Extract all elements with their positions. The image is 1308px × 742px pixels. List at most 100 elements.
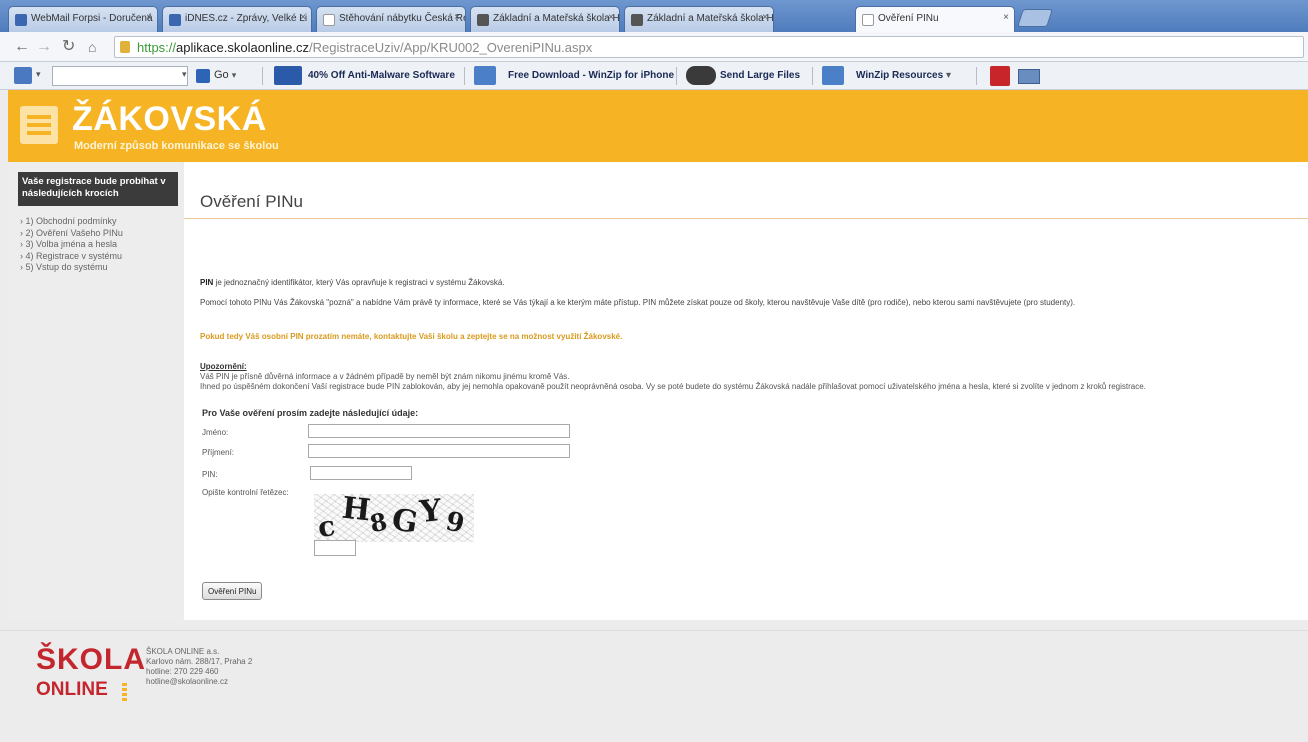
browser-tab[interactable]: Základní a Mateřská škola H × — [624, 6, 774, 32]
footer-company: ŠKOLA ONLINE a.s. — [146, 647, 220, 656]
close-icon[interactable]: × — [762, 12, 768, 23]
new-tab-button[interactable] — [1017, 9, 1053, 27]
toolbar-link-label: WinZip Resources — [856, 70, 944, 81]
browser-tab-label: Základní a Mateřská škola H — [493, 13, 620, 24]
url-host: aplikace.skolaonline.cz — [176, 40, 309, 55]
toolbar-badge-icon[interactable] — [990, 66, 1010, 86]
last-name-label: Příjmení: — [202, 448, 235, 457]
skola-online-logo-top: ŠKOLA — [36, 643, 146, 676]
pin-term: PIN — [200, 278, 214, 287]
first-name-label: Jméno: — [202, 428, 229, 437]
skola-online-logo-bottom: ONLINE — [36, 679, 108, 700]
browser-tab-label: Stěhování nábytku Česká Rep — [339, 13, 466, 24]
toolbar-link-label: Free Download - WinZip for iPhone — [508, 70, 675, 81]
first-name-field[interactable] — [308, 424, 570, 438]
browser-tab-label: iDNES.cz - Zprávy, Velké Li — [185, 13, 308, 24]
toolbar-separator — [976, 67, 977, 85]
footer-email[interactable]: hotline@skolaonline.cz — [146, 677, 252, 687]
footer: ŠKOLA ONLINE ŠKOLA ONLINE a.s. Karlovo n… — [0, 630, 1308, 742]
pin-field[interactable] — [310, 466, 412, 480]
zip-send-icon — [686, 66, 716, 85]
antimalware-icon — [274, 66, 302, 85]
browser-tab[interactable]: WebMail Forpsi - Doručená × — [8, 6, 158, 32]
go-label: Go — [214, 69, 229, 81]
sidebar: Vaše registrace bude probíhat v následuj… — [8, 162, 180, 620]
form-heading: Pro Vaše ověření prosím zadejte následuj… — [202, 408, 419, 418]
toolbar-link[interactable]: Free Download - WinZip for iPhone — [474, 66, 674, 86]
browser-tab-label: Ověření PINu — [878, 13, 939, 24]
close-icon[interactable]: × — [608, 12, 614, 23]
school-favicon-icon — [631, 14, 643, 26]
page-title: Ověření PINu — [200, 192, 303, 211]
browser-tab-strip: WebMail Forpsi - Doručená × iDNES.cz - Z… — [0, 0, 1308, 33]
title-divider — [184, 218, 1308, 219]
step-label: 1) Obchodní podmínky — [25, 216, 117, 226]
toolbar-link[interactable]: 40% Off Anti-Malware Software — [274, 66, 455, 86]
step-label: 4) Registrace v systému — [25, 250, 123, 261]
chevron-down-icon[interactable]: ▾ — [232, 70, 237, 80]
warning-line: Váš PIN je přísně důvěrná informace a v … — [200, 372, 570, 381]
warning-line: Ihned po úspěšném dokončení Vaší registr… — [200, 382, 1146, 391]
close-icon[interactable]: × — [1003, 12, 1009, 23]
toolbar-link[interactable]: Send Large Files — [686, 66, 800, 86]
chevron-down-icon[interactable]: ▾ — [182, 69, 187, 80]
webmail-favicon-icon — [15, 14, 27, 26]
browser-tab[interactable]: iDNES.cz - Zprávy, Velké Li × — [162, 6, 312, 32]
sidebar-heading: Vaše registrace bude probíhat v následuj… — [18, 172, 178, 206]
captcha-label: Opište kontrolní řetězec: — [202, 488, 289, 497]
main-content: Ověření PINu PIN je jednoznačný identifi… — [184, 162, 1308, 620]
step-label: 5) Vstup do systému — [25, 262, 108, 272]
step-item: › 4) Registrace v systému — [20, 250, 123, 261]
lock-icon — [120, 41, 130, 53]
school-favicon-icon — [477, 14, 489, 26]
pin-label: PIN: — [202, 470, 218, 479]
toolbar-link-label: 40% Off Anti-Malware Software — [308, 70, 455, 81]
page-favicon-icon — [323, 14, 335, 26]
go-icon — [196, 69, 210, 83]
browser-tab[interactable]: Stěhování nábytku Česká Rep × — [316, 6, 466, 32]
toolbar-go-button[interactable]: Go ▾ — [194, 67, 240, 85]
page-favicon-icon — [862, 14, 874, 26]
close-icon[interactable]: × — [146, 12, 152, 23]
pin-definition: PIN je jednoznačný identifikátor, který … — [200, 278, 505, 287]
footer-hotline: hotline: 270 229 460 — [146, 667, 219, 676]
browser-tab-label: WebMail Forpsi - Doručená — [31, 13, 153, 24]
captcha-field[interactable] — [314, 540, 356, 556]
last-name-field[interactable] — [308, 444, 570, 458]
site-header: ŽÁKOVSKÁ Moderní způsob komunikace se šk… — [8, 90, 1308, 162]
chevron-down-icon[interactable]: ▾ — [36, 69, 41, 80]
step-item: › 3) Volba jména a hesla — [20, 239, 118, 249]
step-label: 3) Volba jména a hesla — [25, 239, 118, 249]
step-item: › 2) Ověření Vašeho PINu — [20, 227, 123, 238]
toolbar-link[interactable]: WinZip Resources ▾ — [822, 66, 951, 86]
toolbar-separator — [262, 67, 263, 85]
browser-toolbar: ▾ ▾ Go ▾ 40% Off Anti-Malware Software F… — [0, 62, 1308, 90]
home-icon[interactable]: ⌂ — [88, 38, 96, 56]
url-path: /RegistraceUziv/App/KRU002_OvereniPINu.a… — [309, 40, 593, 55]
toolbar-search-input[interactable] — [52, 66, 188, 86]
address-bar-row: ← → ↻ ⌂ https://aplikace.skolaonline.cz/… — [0, 32, 1308, 62]
chevron-down-icon[interactable]: ▾ — [946, 70, 951, 81]
reload-icon[interactable]: ↻ — [62, 38, 75, 56]
zakovska-logo-icon — [20, 106, 58, 144]
back-arrow-icon[interactable]: ← — [14, 38, 30, 56]
captcha-image: c H 8 G Y 9 — [314, 491, 474, 544]
close-icon[interactable]: × — [300, 12, 306, 23]
footer-contact: ŠKOLA ONLINE a.s. Karlovo nám. 288/17, P… — [146, 647, 252, 687]
toolbar-logo-icon[interactable] — [14, 67, 32, 84]
winzip-icon — [822, 66, 844, 85]
browser-tab[interactable]: Základní a Mateřská škola H × — [470, 6, 620, 32]
mail-icon[interactable] — [1018, 69, 1040, 84]
toolbar-separator — [464, 67, 465, 85]
url-field[interactable]: https://aplikace.skolaonline.cz/Registra… — [114, 36, 1304, 58]
browser-tab-active[interactable]: Ověření PINu × — [855, 6, 1015, 33]
browser-tab-label: Základní a Mateřská škola H — [647, 13, 774, 24]
url-scheme: https:// — [137, 40, 177, 55]
verify-pin-button[interactable]: Ověření PINu — [202, 582, 263, 600]
close-icon[interactable]: × — [454, 12, 460, 23]
step-label: 2) Ověření Vašeho PINu — [25, 227, 123, 238]
toolbar-separator — [812, 67, 813, 85]
toolbar-link-label: Send Large Files — [720, 70, 801, 81]
forward-arrow-icon[interactable]: → — [36, 38, 52, 56]
brand-tagline: Moderní způsob komunikace se školou — [74, 140, 279, 152]
